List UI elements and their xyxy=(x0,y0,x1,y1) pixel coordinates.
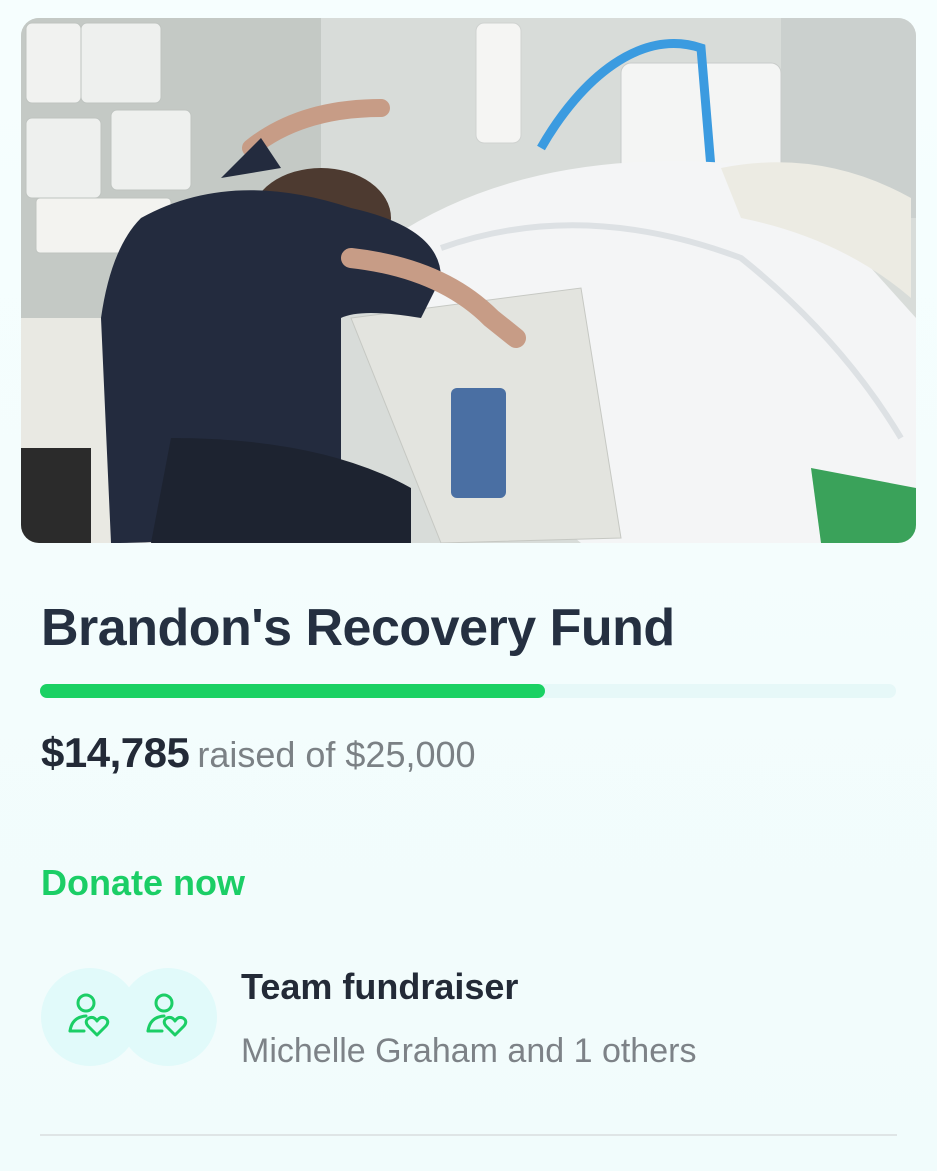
organizer-avatar xyxy=(119,968,217,1066)
campaign-title: Brandon's Recovery Fund xyxy=(41,599,675,657)
goal-text: raised of $25,000 xyxy=(197,734,476,775)
hospital-photo-illustration xyxy=(21,18,916,543)
campaign-photo xyxy=(21,18,916,543)
donate-now-link[interactable]: Donate now xyxy=(41,862,245,904)
fundraiser-page: Brandon's Recovery Fund $14,785 raised of… xyxy=(0,0,937,1171)
progress-bar xyxy=(40,684,896,698)
team-avatars xyxy=(41,968,221,1068)
team-organizers[interactable]: Michelle Graham and 1 others xyxy=(241,1032,696,1071)
divider xyxy=(40,1134,897,1136)
amount-raised: $14,785 xyxy=(41,729,190,776)
team-fundraiser-heading: Team fundraiser xyxy=(241,966,519,1007)
progress-bar-fill xyxy=(40,684,546,698)
user-heart-icon xyxy=(68,993,110,1037)
user-heart-icon xyxy=(146,993,188,1037)
amount-summary: $14,785 raised of $25,000 xyxy=(41,732,476,774)
